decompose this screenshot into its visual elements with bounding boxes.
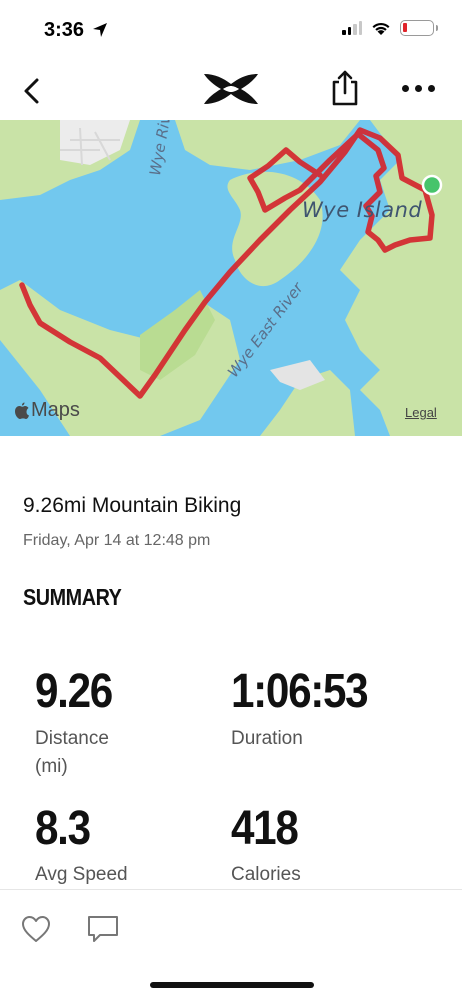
stat-calories-label: Calories (231, 864, 301, 885)
back-chevron-icon[interactable] (18, 74, 48, 108)
legal-link[interactable]: Legal (405, 405, 437, 420)
battery-icon (400, 20, 438, 36)
maps-credit: Maps (14, 399, 80, 422)
stat-avg-speed-label: Avg Speed (35, 864, 128, 885)
stat-avg-speed-value: 8.3 (35, 802, 91, 855)
stat-calories-value: 418 (231, 802, 299, 855)
status-time: 3:36 (44, 19, 85, 41)
map-canvas (0, 120, 462, 436)
more-options-icon[interactable] (402, 78, 442, 98)
stat-distance-label: Distance (mi) (35, 728, 109, 777)
bottom-action-bar (0, 889, 462, 1000)
wifi-icon (372, 22, 390, 35)
stat-duration-value: 1:06:53 (231, 665, 369, 718)
map-label-wye-island: Wye Island (302, 198, 423, 222)
comment-icon[interactable] (86, 914, 120, 944)
route-end-marker (421, 174, 443, 196)
activity-date: Friday, Apr 14 at 12:48 pm (23, 532, 211, 549)
maps-credit-text: Maps (31, 399, 80, 421)
status-bar: 3:36 (0, 0, 462, 62)
status-indicators (342, 20, 438, 36)
activity-title: 9.26mi Mountain Biking (23, 494, 242, 517)
battery-level (403, 23, 407, 32)
summary-heading: SUMMARY (23, 584, 122, 610)
apple-logo-icon (15, 402, 29, 419)
location-arrow-icon (93, 23, 107, 37)
home-indicator (150, 982, 314, 988)
route-map[interactable]: Wye River Wye Island Wye East River Maps… (0, 120, 462, 436)
under-armour-logo (204, 74, 258, 104)
nav-bar (0, 62, 462, 120)
share-icon[interactable] (330, 68, 360, 108)
stat-duration-label: Duration (231, 728, 303, 749)
heart-icon[interactable] (20, 914, 52, 944)
stat-distance-value: 9.26 (35, 665, 113, 718)
cellular-signal-icon (342, 21, 362, 35)
